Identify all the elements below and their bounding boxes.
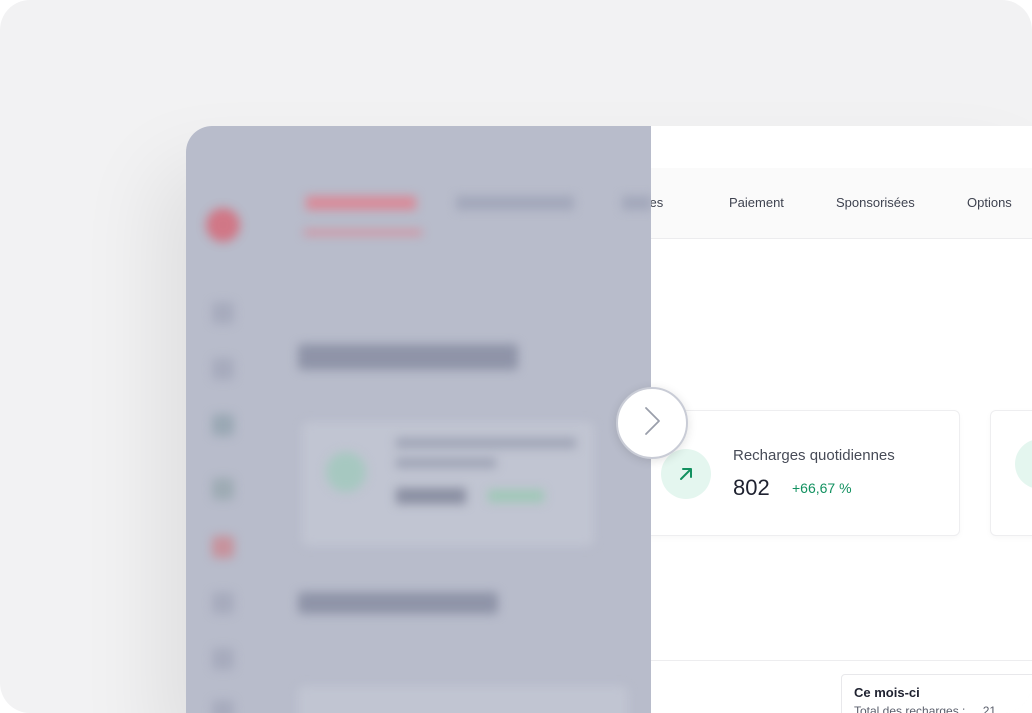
blurred-preview-overlay [186,126,651,713]
sidebar-icon [212,302,234,324]
month-summary-stat: Total des recharges : 21 [854,704,996,713]
sidebar-icon [212,648,234,670]
month-summary-total-label: Total des recharges : [854,704,966,713]
brand-logo [206,208,240,242]
blurred-tab-underline [304,230,422,235]
stat-card-title: Recharges quotidiennes [733,447,895,464]
blurred-text [396,458,496,468]
stat-card-delta: +66,67 % [792,480,852,496]
blurred-text [396,438,576,448]
comparison-slider-handle[interactable] [616,387,688,459]
blurred-heading [298,344,518,370]
month-summary-title: Ce mois-ci [854,685,920,700]
blurred-tab [622,196,651,210]
sidebar-icon [212,536,234,558]
month-summary-box: Ce mois-ci Total des recharges : 21 [841,674,1032,713]
stat-card-secondary [990,410,1032,536]
stat-icon [1015,439,1032,489]
blurred-value [396,488,466,504]
chevron-right-icon [640,405,664,442]
blurred-panel [298,686,628,713]
tab-sponsorisees[interactable]: Sponsorisées [836,168,915,238]
blurred-card-icon [326,452,366,492]
arrow-up-right-icon [661,449,711,499]
comparison-stage: bres Paiement Sponsorisées Options Recha… [0,0,1032,713]
tab-options[interactable]: Options [967,168,1012,238]
blurred-delta [488,490,544,502]
sidebar-icon [212,414,234,436]
blurred-tab [456,196,574,210]
blurred-heading [298,592,498,614]
tab-paiement[interactable]: Paiement [729,168,784,238]
app-window: bres Paiement Sponsorisées Options Recha… [186,126,1032,713]
month-summary-total-value: 21 [982,704,997,713]
sidebar-icon [212,592,234,614]
sidebar-icon [212,478,234,500]
blurred-tab [306,196,416,210]
stat-card-value: 802 [733,475,770,500]
sidebar-icon [212,358,234,380]
sidebar-icon [212,700,234,713]
